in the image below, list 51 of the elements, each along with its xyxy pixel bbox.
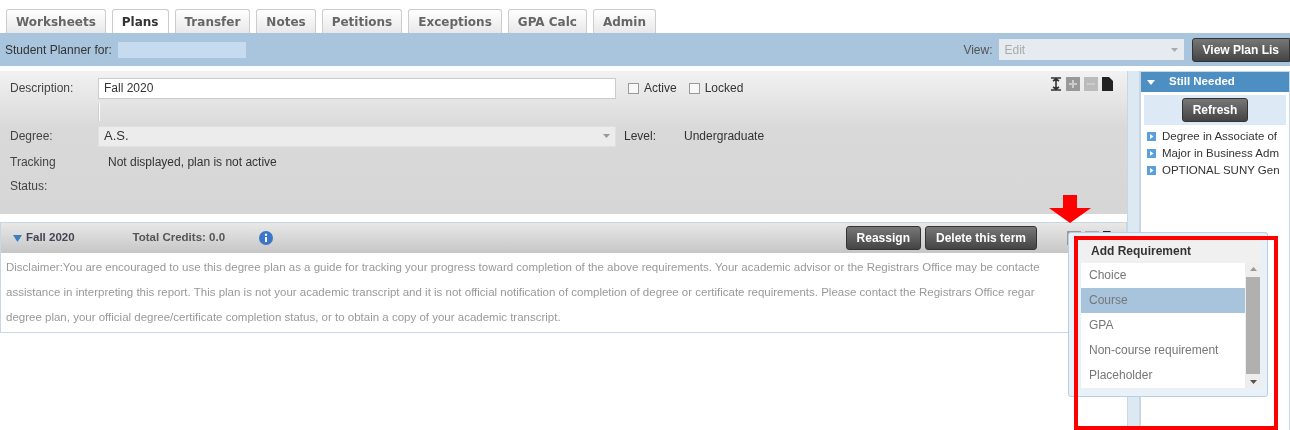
refresh-button[interactable]: Refresh xyxy=(1181,98,1249,122)
field-label: Tracking xyxy=(10,154,57,171)
info-icon[interactable] xyxy=(259,231,274,245)
term-title[interactable]: Fall 2020 xyxy=(13,229,75,247)
view-label: View: xyxy=(963,41,993,59)
tab[interactable]: Admin xyxy=(592,9,656,33)
arrow-icon xyxy=(1049,195,1091,223)
field-value: Undergraduate xyxy=(684,128,765,145)
document-icon[interactable] xyxy=(1102,77,1113,91)
menu-item[interactable]: Choice xyxy=(1081,263,1245,288)
field-label: Status: xyxy=(10,178,49,195)
disclaimer-text: degree plan, your official degree/certificate completion status, or to obtain a copy of your academic transcript. xyxy=(6,310,561,325)
text-cursor xyxy=(98,103,100,121)
total-credits: Total Credits: 0.0 xyxy=(132,230,226,246)
checkbox[interactable] xyxy=(688,82,700,94)
tab[interactable]: Transfer xyxy=(174,9,251,33)
menu-item[interactable]: Non-course requirement xyxy=(1081,338,1245,363)
tab[interactable]: Worksheets xyxy=(6,9,106,33)
field-label: Degree: xyxy=(10,128,54,145)
menu-title: Add Requirement xyxy=(1081,239,1261,263)
tab[interactable]: Petitions xyxy=(321,9,403,33)
requirement-item[interactable]: OPTIONAL SUNY Gen xyxy=(1162,162,1280,179)
tab[interactable]: Exceptions xyxy=(408,9,502,33)
caret-icon xyxy=(603,134,610,138)
field-label: Level: xyxy=(624,128,657,145)
checkbox-label: Locked xyxy=(704,80,744,97)
requirement-item[interactable]: Degree in Associate of xyxy=(1162,128,1278,145)
menu-item[interactable]: GPA xyxy=(1081,313,1245,338)
caret-icon xyxy=(1170,47,1178,52)
checkbox[interactable] xyxy=(628,82,639,94)
panel-header[interactable]: Still Needed xyxy=(1141,72,1289,92)
tab[interactable]: Plans xyxy=(111,9,169,33)
degree-dropdown[interactable]: A.S. xyxy=(98,125,616,147)
scroll-up-icon[interactable] xyxy=(1249,267,1257,271)
menu-item[interactable]: Placeholder xyxy=(1081,363,1245,388)
planner-title: Student Planner for: xyxy=(5,41,112,59)
scroll-down-icon[interactable] xyxy=(1249,380,1257,384)
disclaimer-text: Disclaimer:You are encouraged to use this degree plan as a guide for tracking your progress toward completion of the above requirements. Your academic advisor or the Registrars Office may be contacte xyxy=(6,260,1040,275)
checkbox-label: Active xyxy=(644,80,677,97)
view-plan-list-button[interactable]: View Plan Lis xyxy=(1191,37,1290,62)
scrollbar[interactable] xyxy=(1245,263,1261,388)
field-value: Not displayed, plan is not active xyxy=(108,154,277,171)
expand-icon[interactable] xyxy=(1050,77,1062,91)
delete-term-button[interactable]: Delete this term xyxy=(924,226,1037,250)
tab[interactable]: GPA Calc xyxy=(507,9,587,33)
disclaimer-text: assistance in interpreting this report. This plan is not your academic transcript and it is not official notification of completion of degree or certificate requirements. Please contact the Registrars Office regar xyxy=(6,285,1035,300)
description-field[interactable]: Fall 2020 xyxy=(98,77,616,99)
reassign-button[interactable]: Reassign xyxy=(845,226,921,250)
tab[interactable]: Notes xyxy=(256,9,316,33)
requirement-item[interactable]: Major in Business Adm xyxy=(1162,145,1279,162)
field-label: Description: xyxy=(10,80,75,97)
